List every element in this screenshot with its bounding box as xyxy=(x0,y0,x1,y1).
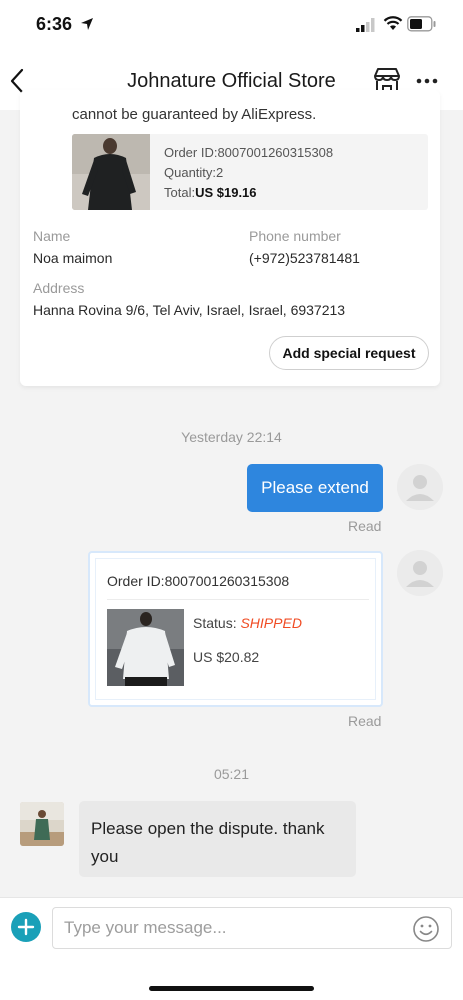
timestamp: 05:21 xyxy=(213,766,250,782)
read-receipt: Read xyxy=(348,713,382,729)
incoming-message-bubble[interactable]: Please open the dispute. thank you xyxy=(79,801,356,877)
timestamp: Yesterday 22:14 xyxy=(181,429,282,445)
phone-label: Phone number xyxy=(249,228,341,244)
total-value: US $19.16 xyxy=(195,185,257,200)
user-avatar-icon xyxy=(397,550,443,596)
total-line: Total:US $19.16 xyxy=(164,183,333,203)
status-value: SHIPPED xyxy=(240,615,302,631)
read-receipt: Read xyxy=(348,518,382,534)
user-avatar xyxy=(397,464,443,510)
quantity-text: Quantity:2 xyxy=(164,165,224,180)
order-message-inner: Order ID:8007001260315308 Status: SHIPPE… xyxy=(95,558,376,700)
product-image xyxy=(107,609,184,686)
plus-icon xyxy=(17,918,35,936)
home-indicator[interactable] xyxy=(149,986,314,991)
divider xyxy=(107,599,369,600)
emoji-icon[interactable] xyxy=(412,915,440,943)
order-price: US $20.82 xyxy=(193,649,260,665)
name-value: Noa maimon xyxy=(33,250,113,266)
status-time: 6:36 xyxy=(36,14,73,34)
order-message-card[interactable]: Order ID:8007001260315308 Status: SHIPPE… xyxy=(88,551,383,707)
status-bar: 6:36 xyxy=(0,0,463,52)
order-summary-card: cannot be guaranteed by AliExpress. Orde… xyxy=(20,90,440,386)
address-value: Hanna Rovina 9/6, Tel Aviv, Israel, Isra… xyxy=(33,302,346,318)
outgoing-message-bubble[interactable]: Please extend xyxy=(247,464,383,512)
phone-value: (+972)523781481 xyxy=(249,250,360,266)
product-image xyxy=(72,134,150,210)
user-avatar-icon xyxy=(397,464,443,510)
address-label: Address xyxy=(33,280,85,296)
cellular-signal-icon xyxy=(356,18,375,32)
order-details: Order ID:8007001260315308 Quantity:2 Tot… xyxy=(164,143,333,203)
status-label: Status: xyxy=(193,615,241,631)
home-area xyxy=(0,960,463,1000)
order-product-box[interactable]: Order ID:8007001260315308 Quantity:2 Tot… xyxy=(72,134,428,210)
battery-icon xyxy=(407,16,436,32)
seller-avatar xyxy=(20,802,64,846)
location-arrow-icon xyxy=(81,18,93,30)
add-special-request-button[interactable]: Add special request xyxy=(269,336,429,370)
name-label: Name xyxy=(33,228,71,244)
wifi-icon xyxy=(383,16,403,30)
message-input[interactable] xyxy=(52,907,452,949)
guarantee-note: cannot be guaranteed by AliExpress. xyxy=(72,106,317,123)
total-label: Total: xyxy=(164,185,196,200)
order-id-text: Order ID:8007001260315308 xyxy=(164,145,334,160)
order-status: Status: SHIPPED xyxy=(193,615,302,631)
user-avatar xyxy=(397,550,443,596)
add-attachment-button[interactable] xyxy=(11,912,41,942)
message-composer xyxy=(0,897,463,960)
order-id-text: Order ID:8007001260315308 xyxy=(107,573,290,589)
